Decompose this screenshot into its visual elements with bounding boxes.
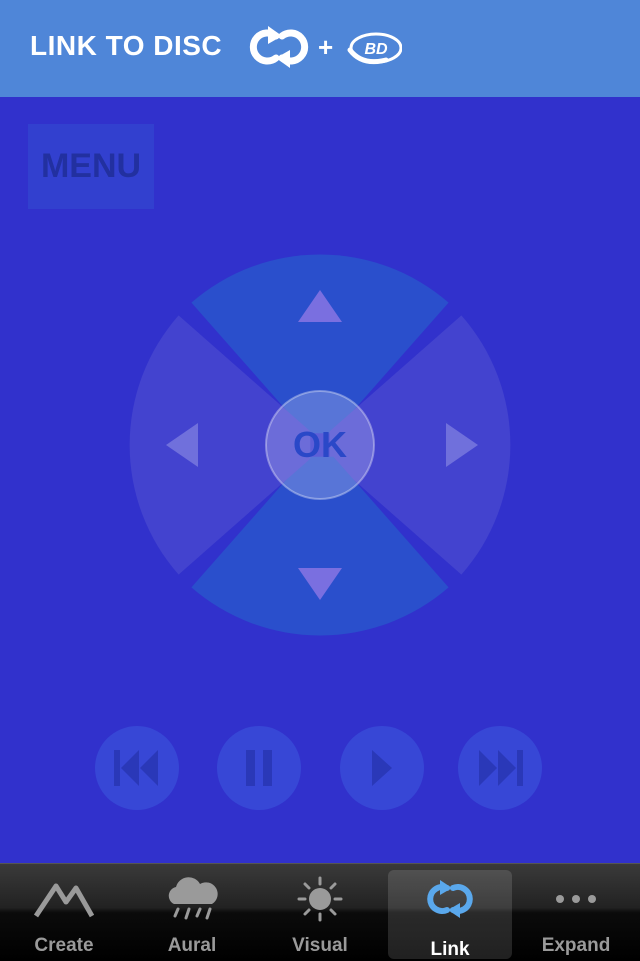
link-loop-icon: [249, 26, 309, 68]
tab-aural[interactable]: Aural: [130, 864, 254, 961]
bluray-disc-icon: BD: [347, 32, 402, 65]
tab-create-label: Create: [34, 935, 94, 956]
header-title: LINK TO DISC: [30, 30, 223, 61]
header-plus: +: [318, 32, 334, 62]
tab-expand-label: Expand: [541, 935, 611, 956]
more-dots-icon: [556, 895, 596, 903]
skip-forward-icon: [479, 750, 523, 786]
link-loop-icon: [427, 880, 473, 918]
sun-icon: [297, 876, 343, 922]
pause-icon: [246, 750, 272, 786]
pause-button[interactable]: [217, 726, 301, 810]
play-icon: [372, 750, 392, 786]
tab-bar: Create Aural Visual Link Expand: [0, 863, 640, 961]
mountain-icon: [34, 883, 94, 918]
tab-expand[interactable]: Expand: [514, 864, 638, 961]
bd-logo-text: BD: [364, 41, 388, 58]
tab-link-label: Link: [430, 939, 470, 960]
ok-button[interactable]: [265, 390, 375, 500]
play-button[interactable]: [340, 726, 424, 810]
next-track-button[interactable]: [458, 726, 542, 810]
tab-visual-label: Visual: [292, 935, 348, 956]
rain-cloud-icon: [168, 877, 218, 920]
tab-visual[interactable]: Visual: [258, 864, 382, 961]
previous-track-button[interactable]: [95, 726, 179, 810]
skip-back-icon: [114, 750, 158, 786]
header-bar: LINK TO DISC + BD: [0, 0, 640, 97]
tab-aural-label: Aural: [167, 935, 217, 956]
menu-button[interactable]: MENU: [28, 124, 154, 209]
tab-link[interactable]: Link: [388, 870, 512, 960]
tab-create[interactable]: Create: [2, 864, 126, 961]
